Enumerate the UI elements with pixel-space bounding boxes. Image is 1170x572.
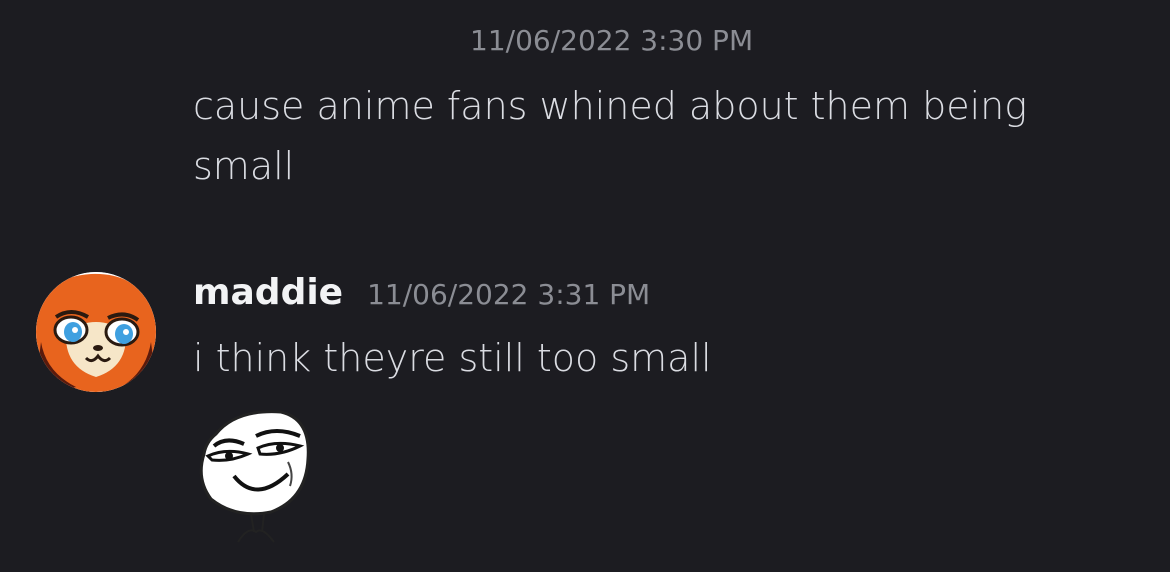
message-header: maddie 11/06/2022 3:31 PM xyxy=(193,272,650,322)
message-timestamp: 11/06/2022 3:30 PM xyxy=(470,24,754,57)
message-text: i think theyre still too small xyxy=(193,336,712,380)
chat-log: 11/06/2022 3:30 PM cause anime fans whin… xyxy=(0,0,1170,572)
fox-avatar-icon[interactable] xyxy=(36,272,156,392)
message-text: cause anime fans whined about them being… xyxy=(193,84,1028,188)
username[interactable]: maddie xyxy=(193,272,343,313)
message-timestamp: 11/06/2022 3:31 PM xyxy=(367,278,651,311)
smug-face-sticker-icon[interactable] xyxy=(196,404,316,544)
